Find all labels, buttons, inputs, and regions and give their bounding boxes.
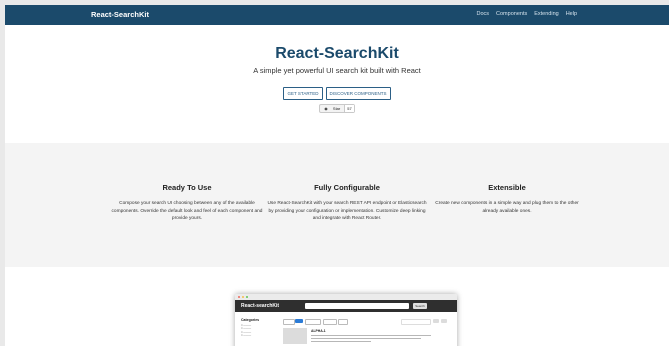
demo-toolbar — [283, 319, 449, 325]
nav-link-components[interactable]: Components — [496, 11, 527, 17]
feature-title: Ready To Use — [162, 183, 212, 192]
hero-subtitle: A simple yet powerful UI search kit buil… — [253, 66, 421, 75]
demo-pill — [305, 319, 321, 325]
demo-result-title: ALPHA-1 — [311, 329, 326, 333]
demo-header: React-searchKit Search — [235, 300, 457, 312]
feature-text: Create new components in a simple way an… — [435, 201, 579, 214]
navbar: React-SearchKit Docs Components Extendin… — [5, 5, 669, 25]
demo-result-thumbnail — [283, 328, 307, 344]
feature-text: Use React-SearchKit with your search RES… — [267, 201, 427, 222]
minimize-dot-icon — [242, 296, 245, 299]
demo-sidebar-item: □ ——— — [241, 334, 252, 338]
page: React-SearchKit Docs Components Extendin… — [5, 5, 669, 346]
demo-result-text — [311, 338, 421, 340]
demo-pill-active — [295, 319, 303, 323]
demo-result-text — [311, 335, 431, 337]
maximize-dot-icon — [246, 296, 249, 299]
features-section: Ready To Use Compose your search UI choo… — [5, 143, 669, 267]
nav-link-help[interactable]: Help — [566, 11, 577, 17]
close-dot-icon — [238, 296, 241, 299]
discover-components-button[interactable]: DISCOVER COMPONENTS — [325, 87, 391, 100]
demo-sidebar: Categories □ ——— □ ——— □ ——— □ ——— — [241, 318, 277, 338]
github-icon: ◉ — [324, 106, 328, 111]
github-star: ◉ Star 57 — [5, 104, 669, 113]
feature-fully-configurable: Fully Configurable Use React-SearchKit w… — [267, 183, 427, 223]
demo-result-text — [311, 341, 371, 343]
demo-sidebar-title: Categories — [241, 318, 260, 322]
demo-dropdown — [323, 319, 337, 325]
star-label: ◉ Star — [324, 106, 341, 111]
feature-text: Compose your search UI choosing between … — [111, 201, 263, 222]
nav-link-docs[interactable]: Docs — [477, 11, 490, 17]
demo-view-toggle — [441, 319, 447, 323]
hero-buttons: GET STARTED DISCOVER COMPONENTS — [5, 87, 669, 100]
demo-screenshot: React-searchKit Search Categories □ ——— … — [235, 294, 457, 346]
demo-dropdown — [338, 319, 348, 325]
star-count[interactable]: 57 — [344, 105, 354, 112]
demo-brand: React-searchKit — [241, 303, 280, 309]
demo-search-button: Search — [413, 303, 427, 309]
brand-link[interactable]: React-SearchKit — [91, 10, 149, 19]
demo-sort — [401, 319, 431, 325]
nav-link-extending[interactable]: Extending — [534, 11, 558, 17]
feature-ready-to-use: Ready To Use Compose your search UI choo… — [107, 183, 267, 223]
feature-extensible: Extensible Create new components in a si… — [427, 183, 587, 215]
demo-view-toggle — [433, 319, 439, 323]
github-star-button[interactable]: ◉ Star 57 — [319, 104, 355, 113]
get-started-button[interactable]: GET STARTED — [283, 87, 323, 100]
demo-search-input — [305, 303, 409, 309]
hero-title: React-SearchKit — [275, 45, 399, 62]
feature-title: Extensible — [488, 183, 526, 192]
feature-title: Fully Configurable — [314, 183, 380, 192]
nav-links: Docs Components Extending Help — [477, 11, 578, 17]
demo-pill — [283, 319, 295, 325]
